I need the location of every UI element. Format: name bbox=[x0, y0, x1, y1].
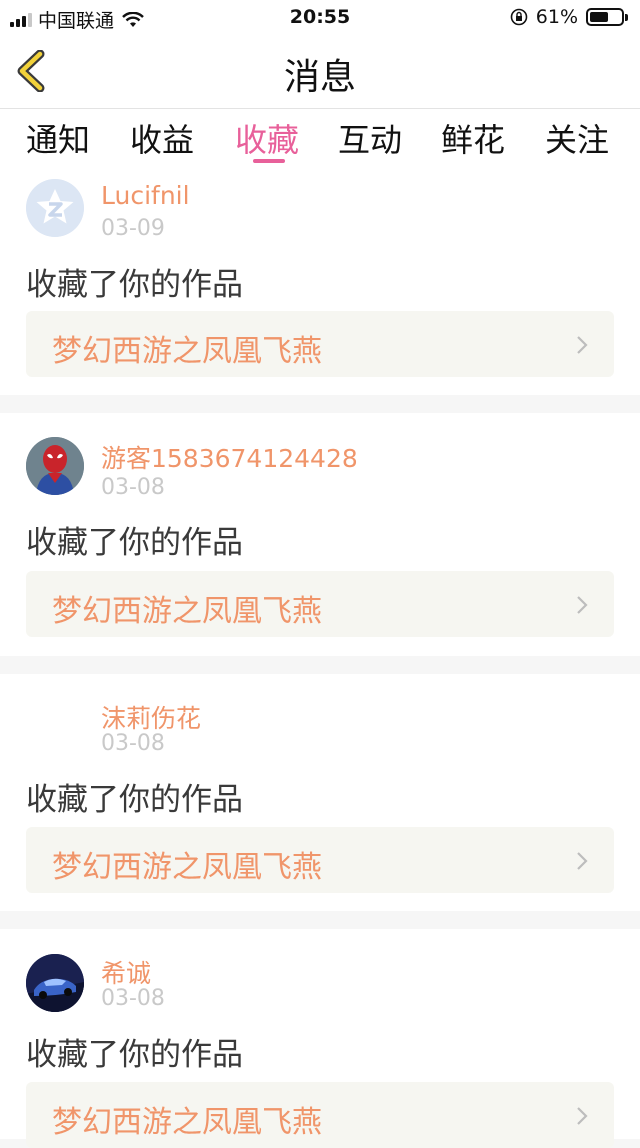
active-tab-indicator bbox=[253, 159, 285, 163]
battery-icon bbox=[586, 7, 630, 27]
tab-earnings[interactable]: 收益 bbox=[130, 115, 194, 161]
status-right: 61% bbox=[510, 6, 630, 28]
chevron-right-icon bbox=[577, 596, 588, 614]
avatar[interactable] bbox=[26, 437, 84, 495]
work-title: 梦幻西游之凤凰飞燕 bbox=[52, 334, 322, 369]
tab-following[interactable]: 关注 bbox=[545, 115, 609, 161]
orientation-lock-icon bbox=[510, 8, 528, 26]
chevron-right-icon bbox=[577, 852, 588, 870]
action-text: 收藏了你的作品 bbox=[26, 782, 243, 818]
message-item: 希诚 03-08 收藏了你的作品 梦幻西游之凤凰飞燕 bbox=[0, 929, 640, 1148]
username[interactable]: 希诚 bbox=[101, 954, 151, 990]
chevron-right-icon bbox=[577, 336, 588, 354]
spiderman-avatar-icon bbox=[26, 437, 84, 495]
work-link[interactable]: 梦幻西游之凤凰飞燕 bbox=[26, 571, 614, 637]
page-title: 消息 bbox=[283, 57, 356, 98]
avatar[interactable] bbox=[26, 954, 84, 1012]
avatar[interactable] bbox=[26, 179, 84, 237]
action-text: 收藏了你的作品 bbox=[26, 525, 243, 561]
work-title: 梦幻西游之凤凰飞燕 bbox=[52, 850, 322, 885]
message-date: 03-08 bbox=[101, 986, 165, 1011]
qq-default-avatar-icon bbox=[26, 179, 84, 237]
message-item: 游客1583674124428 03-08 收藏了你的作品 梦幻西游之凤凰飞燕 bbox=[0, 413, 640, 656]
status-bar: 中国联通 20:55 61% bbox=[0, 0, 640, 34]
avatar[interactable] bbox=[26, 694, 84, 752]
work-title: 梦幻西游之凤凰飞燕 bbox=[52, 1105, 322, 1140]
work-title: 梦幻西游之凤凰飞燕 bbox=[52, 594, 322, 629]
chevron-right-icon bbox=[577, 1107, 588, 1125]
action-text: 收藏了你的作品 bbox=[26, 267, 243, 303]
tab-flowers[interactable]: 鲜花 bbox=[441, 115, 505, 161]
tab-favorites[interactable]: 收藏 bbox=[235, 115, 299, 161]
message-date: 03-08 bbox=[101, 475, 165, 500]
work-link[interactable]: 梦幻西游之凤凰飞燕 bbox=[26, 827, 614, 893]
username[interactable]: 游客1583674124428 bbox=[101, 439, 358, 475]
username[interactable]: 沫莉伤花 bbox=[101, 699, 201, 735]
battery-percent: 61% bbox=[535, 6, 578, 28]
nav-bar: 消息 bbox=[0, 34, 640, 109]
tab-bar: 通知 收益 收藏 互动 鲜花 关注 bbox=[0, 109, 640, 165]
tab-interactions[interactable]: 互动 bbox=[338, 115, 402, 161]
work-link[interactable]: 梦幻西游之凤凰飞燕 bbox=[26, 311, 614, 377]
work-link[interactable]: 梦幻西游之凤凰飞燕 bbox=[26, 1082, 614, 1148]
tab-notifications[interactable]: 通知 bbox=[26, 115, 90, 161]
username[interactable]: Lucifnil bbox=[101, 181, 190, 210]
message-date: 03-08 bbox=[101, 731, 165, 756]
message-date: 03-09 bbox=[101, 216, 165, 241]
message-item: 沫莉伤花 03-08 收藏了你的作品 梦幻西游之凤凰飞燕 bbox=[0, 674, 640, 911]
message-item: Lucifnil 03-09 收藏了你的作品 梦幻西游之凤凰飞燕 bbox=[0, 165, 640, 395]
car-avatar-icon bbox=[26, 954, 84, 1012]
action-text: 收藏了你的作品 bbox=[26, 1037, 243, 1073]
